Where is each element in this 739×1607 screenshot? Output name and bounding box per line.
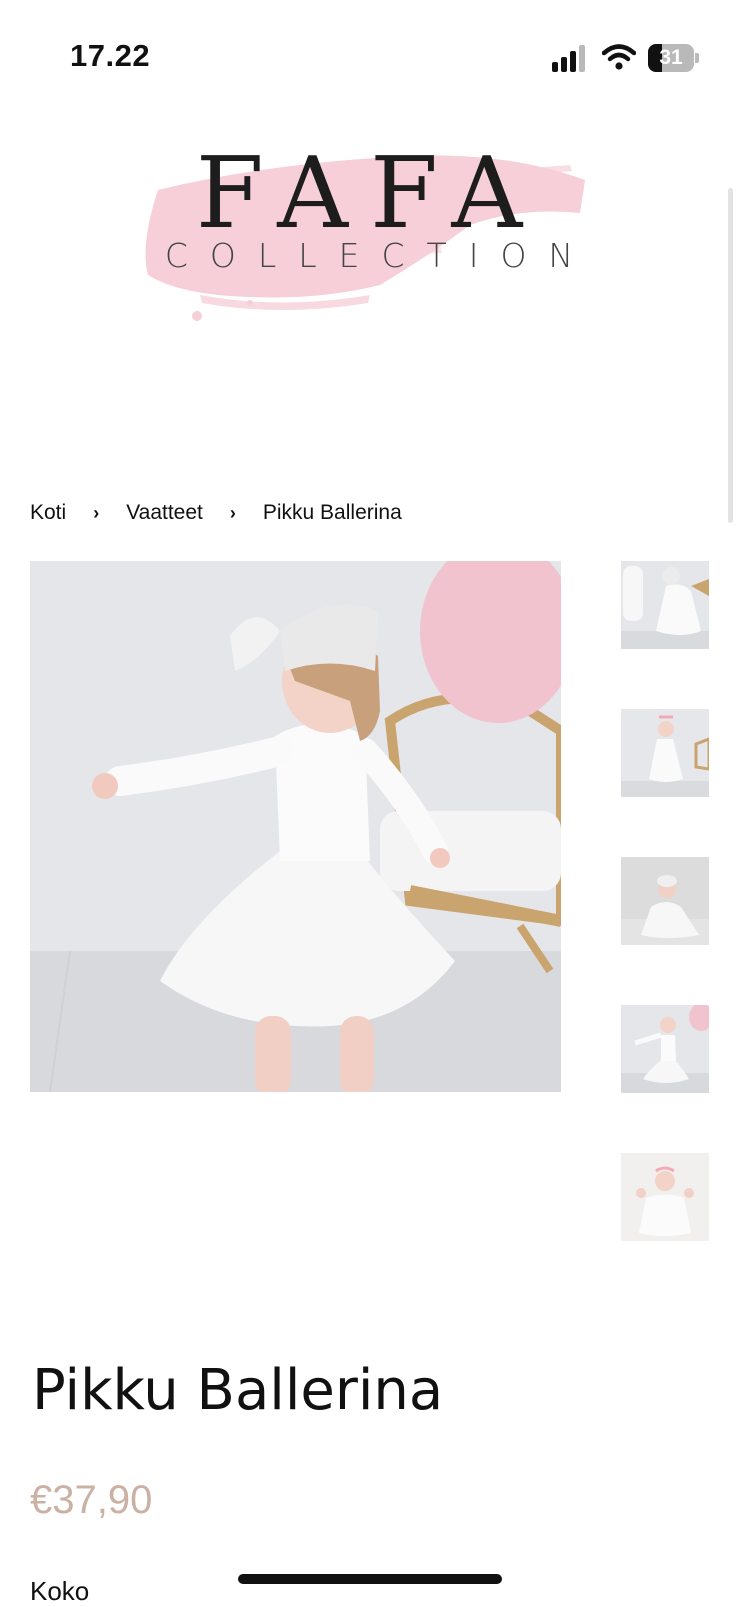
product-price: €37,90: [30, 1478, 153, 1522]
logo-title: FAFA: [195, 137, 545, 251]
thumbnail-photo: [621, 1005, 709, 1093]
gallery-thumbnail-2[interactable]: [621, 709, 709, 797]
main-product-image[interactable]: [30, 561, 561, 1092]
battery-level: 31: [659, 46, 683, 69]
status-bar: 17.22 31: [0, 0, 739, 110]
gallery-thumbnail-5[interactable]: [621, 1153, 709, 1241]
chevron-right-icon: ›: [229, 502, 236, 523]
size-label: Koko: [30, 1576, 90, 1606]
thumbnail-photo: [621, 561, 709, 649]
thumbnail-photo: [621, 857, 709, 945]
breadcrumb-home[interactable]: Koti: [30, 501, 66, 525]
wifi-icon: [602, 44, 636, 70]
product-photo: [30, 561, 561, 1092]
scroll-indicator[interactable]: [728, 188, 733, 523]
logo-subtitle: COLLECTION: [164, 236, 596, 275]
gallery-thumbnail-4[interactable]: [621, 1005, 709, 1093]
thumbnail-photo: [621, 709, 709, 797]
chevron-right-icon: ›: [93, 502, 100, 523]
product-title: Pikku Ballerina: [32, 1358, 444, 1423]
breadcrumb-current: Pikku Ballerina: [262, 501, 402, 524]
breadcrumb: Koti › Vaatteet › Pikku Ballerina: [30, 498, 402, 528]
status-time: 17.22: [70, 38, 151, 73]
breadcrumb-clothes[interactable]: Vaatteet: [126, 501, 203, 525]
cellular-signal-icon: [552, 44, 592, 72]
gallery-thumbnail-3[interactable]: [621, 857, 709, 945]
home-indicator[interactable]: [238, 1574, 502, 1584]
brand-logo[interactable]: FAFA COLLECTION: [140, 135, 600, 335]
battery-icon: 31: [648, 44, 700, 72]
gallery-thumbnail-1[interactable]: [621, 561, 709, 649]
thumbnail-photo: [621, 1153, 709, 1241]
